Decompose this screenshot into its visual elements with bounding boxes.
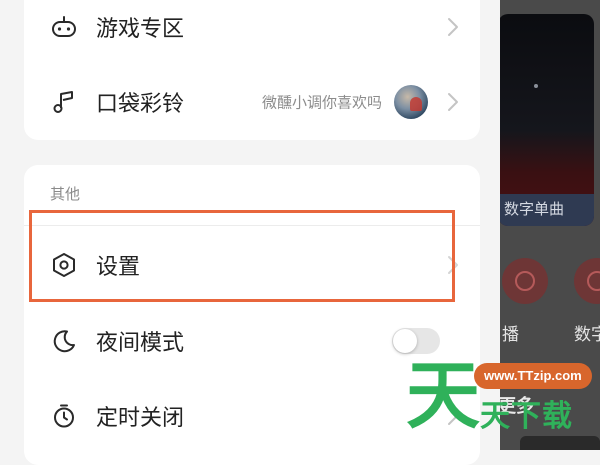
menu-card-top: 游戏专区 口袋彩铃 微醺小调你喜欢吗 [24,0,480,140]
background-digital-icon[interactable] [574,258,600,304]
section-divider [24,225,480,226]
toggle-knob [393,329,417,353]
banner-star-dot [534,84,538,88]
ringtone-subtitle: 微醺小调你喜欢吗 [261,94,382,112]
menu-item-night-mode: 夜间模式 [24,306,480,376]
timer-icon [50,402,78,430]
chevron-right-icon [446,17,460,37]
night-mode-toggle[interactable] [392,328,440,354]
background-card-edge [520,436,600,450]
menu-item-pocket-ringtone[interactable]: 口袋彩铃 微醺小调你喜欢吗 [24,67,480,137]
chevron-right-icon [446,92,460,112]
menu-item-label: 设置 [96,254,141,279]
banner-caption: 数字单曲 [498,194,594,226]
ringtone-avatar [394,85,428,119]
menu-item-settings[interactable]: 设置 [24,230,480,300]
background-radio-icon[interactable] [502,258,548,304]
hexagon-settings-icon [50,251,78,279]
gamepad-icon [50,13,78,41]
background-label-radio: 播 [502,325,519,344]
menu-item-game-zone[interactable]: 游戏专区 [24,0,480,62]
menu-card-other: 其他 设置 夜间模式 定时关闭 [24,165,480,465]
chevron-right-icon [446,255,460,275]
background-label-digital: 数字 [574,325,600,344]
section-title-other: 其他 [50,186,81,203]
background-section-title: 更多 [498,396,534,416]
menu-item-label: 夜间模式 [96,330,185,355]
side-drawer: 游戏专区 口袋彩铃 微醺小调你喜欢吗 其他 设置 夜间模式 定时关闭 [0,0,500,465]
background-banner[interactable]: 数字单曲 [498,14,594,226]
chevron-right-icon [446,406,460,426]
menu-item-label: 口袋彩铃 [96,91,185,116]
moon-icon [50,327,78,355]
menu-item-label: 定时关闭 [96,405,185,430]
music-note-icon [50,88,78,116]
menu-item-sleep-timer[interactable]: 定时关闭 [24,381,480,451]
menu-item-label: 游戏专区 [96,16,185,41]
